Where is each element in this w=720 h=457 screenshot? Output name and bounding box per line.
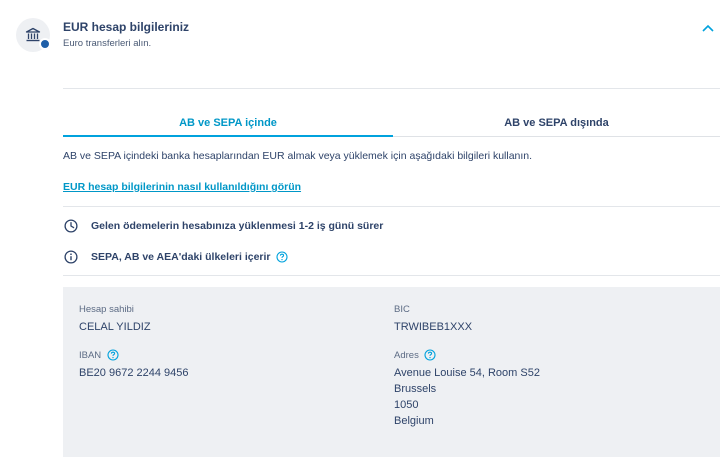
instructions-text: AB ve SEPA içindeki banka hesaplarından … [63,150,533,162]
info-text: SEPA, AB ve AEA'daki ülkeleri içerir [91,251,271,263]
address-line: Brussels [394,383,437,395]
field-label: Hesap sahibi [79,303,134,315]
header-subtitle: Euro transferleri alın. [63,38,152,49]
help-icon[interactable] [424,349,437,362]
field-account-holder: Hesap sahibi CELAL YILDIZ [79,303,151,335]
chevron-up-icon[interactable] [702,19,714,37]
field-address: Adres Avenue Louise 54, Room S52 Brussel… [394,349,540,429]
clock-icon [63,218,79,234]
info-text: Gelen ödemelerin hesabınıza yüklenmesi 1… [91,220,384,232]
address-label: Adres [394,349,419,361]
divider [63,275,720,276]
address-line: 1050 [394,399,419,411]
field-label: BIC [394,303,410,315]
info-icon [63,249,79,265]
field-bic: BIC TRWIBEB1XXX [394,303,472,335]
divider [63,88,720,89]
account-holder-value[interactable]: CELAL YILDIZ [79,319,151,335]
divider [63,206,720,207]
address-value[interactable]: Avenue Louise 54, Room S52 Brussels 1050… [394,365,540,429]
address-line: Belgium [394,415,434,427]
header-title: EUR hesap bilgileriniz [63,20,190,34]
account-header[interactable]: EUR hesap bilgileriniz Euro transferleri… [0,0,720,70]
address-line: Avenue Louise 54, Room S52 [394,367,540,379]
field-label: Adres [394,349,540,361]
tab-outside-eu-sepa[interactable]: AB ve SEPA dışında [393,110,720,137]
bic-value[interactable]: TRWIBEB1XXX [394,319,472,335]
iban-value[interactable]: BE20 9672 2244 9456 [79,365,189,381]
field-iban: IBAN BE20 9672 2244 9456 [79,349,189,381]
eu-flag-dot [39,38,51,50]
field-label: IBAN [79,349,189,361]
help-icon[interactable] [276,251,289,264]
iban-label: IBAN [79,349,102,361]
info-row-coverage: SEPA, AB ve AEA'daki ülkeleri içerir [63,248,289,266]
howto-link[interactable]: EUR hesap bilgilerinin nasıl kullanıldığ… [63,181,301,193]
account-details-panel: Hesap sahibi CELAL YILDIZ BIC TRWIBEB1XX… [63,287,720,457]
region-tabs: AB ve SEPA içinde AB ve SEPA dışında [63,110,720,137]
tab-inside-eu-sepa[interactable]: AB ve SEPA içinde [63,110,393,137]
info-row-processing-time: Gelen ödemelerin hesabınıza yüklenmesi 1… [63,217,383,235]
help-icon[interactable] [106,349,119,362]
